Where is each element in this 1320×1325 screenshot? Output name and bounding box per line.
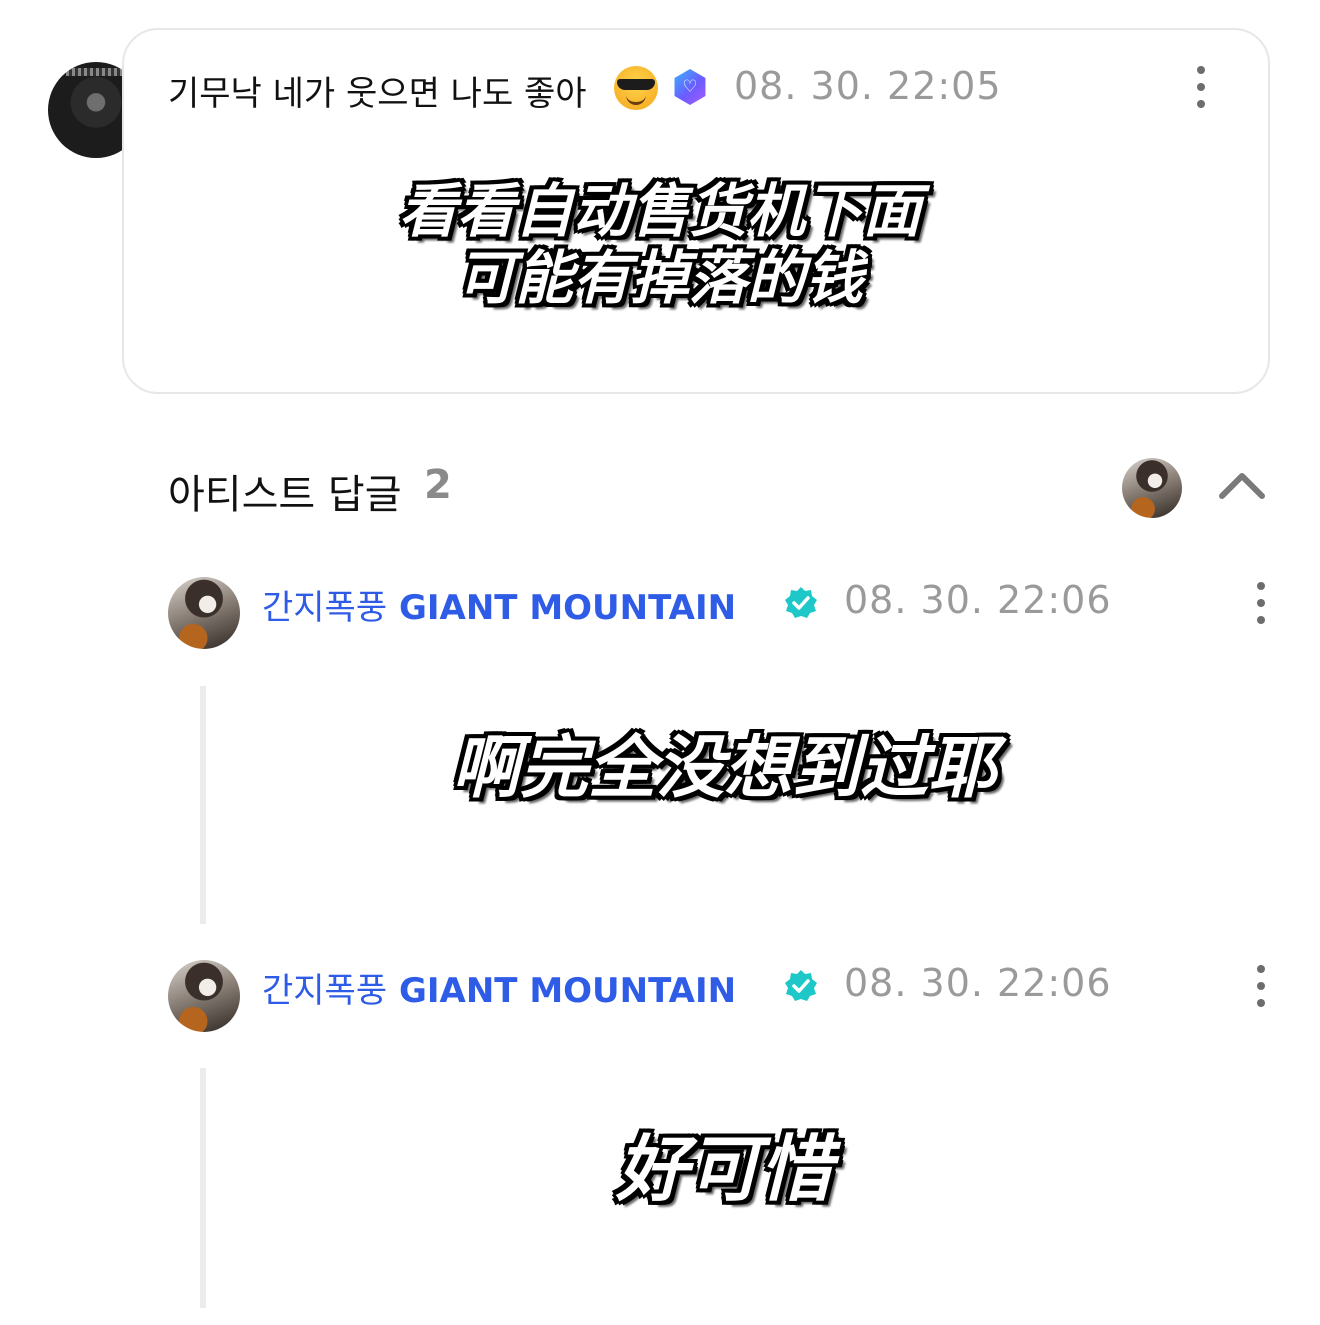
verified-badge-icon (785, 970, 817, 1001)
reply-timestamp: 08. 30. 22:06 (844, 578, 1112, 622)
post-author-name[interactable]: 기무낙 네가 웃으면 나도 좋아 (168, 66, 587, 115)
reply-more-options-icon[interactable] (1254, 582, 1266, 626)
reply-timestamp: 08. 30. 22:06 (844, 961, 1112, 1005)
reply-subtitle-caption: 好可惜 (615, 1127, 832, 1211)
reply-author-name[interactable]: 간지폭풍 GIANT MOUNTAIN (262, 963, 736, 1012)
collapse-chevron-up-icon[interactable] (1218, 470, 1266, 500)
post-timestamp: 08. 30. 22:05 (734, 64, 1002, 108)
reply-author-avatar[interactable] (168, 960, 240, 1032)
reply-author-name-en: GIANT MOUNTAIN (398, 971, 737, 1011)
artist-replies-title: 아티스트 답글 (168, 472, 402, 518)
reply-author-avatar[interactable] (168, 577, 240, 649)
reply-author-name-ko: 간지폭풍 (262, 588, 388, 628)
verified-badge-icon (785, 587, 817, 618)
reply-author-name-en: GIANT MOUNTAIN (398, 588, 737, 628)
artist-avatar-small[interactable] (1122, 458, 1182, 518)
reply-more-options-icon[interactable] (1254, 965, 1266, 1009)
artist-replies-count: 2 (424, 462, 452, 508)
reply-subtitle-caption: 啊完全没想到过耶 (451, 729, 996, 808)
reply-author-name-ko: 간지폭풍 (262, 971, 388, 1011)
post-subtitle-caption: 看看自动售货机下面 可能有掉落的钱 (398, 177, 921, 312)
reply-author-name[interactable]: 간지폭풍 GIANT MOUNTAIN (262, 580, 736, 629)
sunglasses-emoji-icon (614, 66, 658, 110)
post-more-options-icon[interactable] (1194, 66, 1206, 110)
